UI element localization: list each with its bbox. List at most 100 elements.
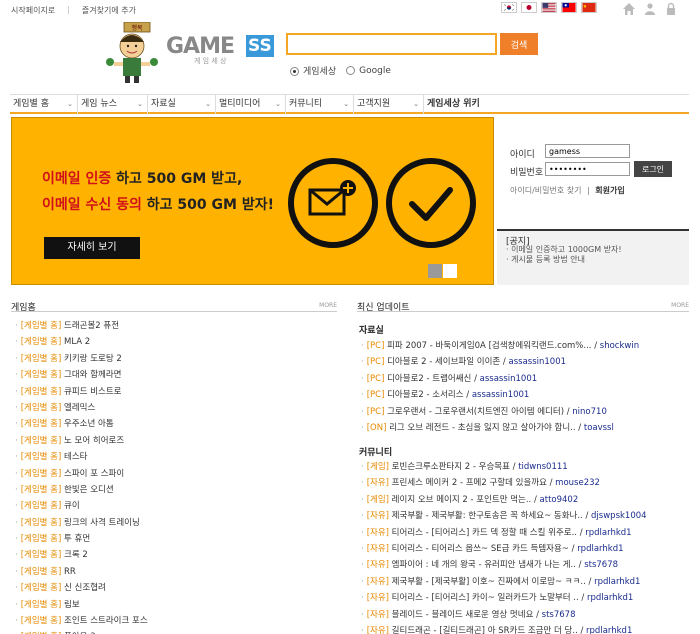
item-tag: [게임] bbox=[366, 462, 389, 472]
item-author[interactable]: atto9402 bbox=[540, 495, 579, 505]
nav-wiki[interactable]: 게임세상 위키 bbox=[424, 95, 494, 114]
list-item[interactable]: · [게임별 홈] 조인트 스트라이크 포스 bbox=[15, 613, 335, 629]
item-author[interactable]: rpdlarhkd1 bbox=[587, 593, 633, 603]
list-item[interactable]: · [자유] 티어리스 - 티어리스 옵쓰~ SE급 카드 득템자용~ / rpd… bbox=[361, 541, 691, 557]
list-item[interactable]: · [자유] 길티드래곤 - [길티드래곤] 아 SR카드 조금만 더 당.. /… bbox=[361, 623, 691, 634]
nav-support[interactable]: 고객지원 ⌄ bbox=[354, 95, 424, 114]
nav-label: 커뮤니티 bbox=[289, 99, 323, 109]
chevron-down-icon: ⌄ bbox=[275, 100, 281, 108]
more-link[interactable]: MORE bbox=[319, 302, 337, 309]
nav-game-home[interactable]: 게임별 홈 ⌄ bbox=[10, 95, 78, 114]
nav-multimedia[interactable]: 멀티미디어 ⌄ bbox=[216, 95, 286, 114]
list-item[interactable]: · [게임별 홈] 키키랑 도로탕 2 bbox=[15, 351, 335, 367]
item-author[interactable]: rpdlarhkd1 bbox=[577, 544, 623, 554]
list-item[interactable]: · [PC] 피파 2007 - 바둑이게임0A [검색창에워킥랜드.com%..… bbox=[361, 338, 691, 354]
nav-community[interactable]: 커뮤니티 ⌄ bbox=[286, 95, 354, 114]
list-item[interactable]: · [게임별 홈] 우주소년 아톰 bbox=[15, 416, 335, 432]
item-author[interactable]: shockwin bbox=[600, 341, 639, 351]
join-link[interactable]: 회원가입 bbox=[595, 186, 624, 195]
nav-game-news[interactable]: 게임 뉴스 ⌄ bbox=[78, 95, 148, 114]
list-item[interactable]: · [자유] 제국부활 - 제국부활: 한구토송은 꼭 하세요~ 동화나.. / … bbox=[361, 508, 691, 524]
list-item[interactable]: · [게임별 홈] 테스타 bbox=[15, 449, 335, 465]
pager-dot[interactable] bbox=[428, 264, 442, 278]
id-input[interactable] bbox=[545, 144, 630, 158]
list-item[interactable]: · [게임별 홈] MLA 2 bbox=[15, 334, 335, 350]
login-button[interactable]: 로그인 bbox=[634, 161, 672, 177]
item-author[interactable]: assassin1001 bbox=[509, 357, 567, 367]
list-item[interactable]: · [자유] 엠파이어 : 네 개의 왕국 - 유러피안 냄새가 나는 게.. /… bbox=[361, 557, 691, 573]
item-author[interactable]: sts7678 bbox=[542, 610, 576, 620]
item-author[interactable]: rpdlarhkd1 bbox=[586, 626, 632, 634]
add-favorite-link[interactable]: 즐겨찾기에 추가 bbox=[82, 5, 136, 16]
item-tag: [PC] bbox=[366, 357, 385, 368]
search-button[interactable]: 검색 bbox=[500, 33, 538, 55]
promo-banner[interactable]: 이메일 인증 하고 500 GM 받고, 이메일 수신 동의 하고 500 GM… bbox=[11, 117, 494, 285]
list-item[interactable]: ·[게임별 홈] 폴아웃 3 bbox=[15, 629, 335, 634]
list-item[interactable]: · [게임별 홈] 큐피드 비스트로 bbox=[15, 384, 335, 400]
japan-flag-icon[interactable] bbox=[521, 2, 537, 13]
list-item[interactable]: · [게임별 홈] 신 신조협려 bbox=[15, 580, 335, 596]
list-item[interactable]: · [게임별 홈] 스파이 포 스파이 bbox=[15, 466, 335, 482]
item-author[interactable]: djswpsk1004 bbox=[591, 511, 647, 521]
radio-google[interactable]: Google bbox=[346, 65, 391, 76]
list-item[interactable]: · [자유] 블레이드 - 블레이드 새로운 영상 멋네요 / sts7678 bbox=[361, 607, 691, 623]
item-author[interactable]: nino710 bbox=[572, 407, 607, 417]
lock-icon[interactable] bbox=[664, 2, 678, 16]
list-item[interactable]: · [게임별 홈] 엘레믹스 bbox=[15, 400, 335, 416]
list-item[interactable]: · [게임별 홈] 투 휴먼 bbox=[15, 531, 335, 547]
item-tag: [자유] bbox=[366, 543, 389, 554]
find-account-link[interactable]: 아이디/비밀번호 찾기 bbox=[510, 186, 581, 195]
china-flag-icon[interactable] bbox=[581, 2, 597, 13]
pds-subtitle: 자료실 bbox=[359, 326, 384, 336]
list-item[interactable]: · [PC] 디아블로 2 - 세이브파일 이이존 / assassin1001 bbox=[361, 354, 691, 370]
list-item[interactable]: · [ON] 리그 오브 레전드 - 초심을 잃지 않고 살아가야 합니.. / … bbox=[361, 420, 691, 436]
list-item[interactable]: · [자유] 프린세스 메이커 2 - 프메2 구할데 있을까요 / mouse2… bbox=[361, 475, 691, 491]
list-item[interactable]: · [PC] 디아블로2 - 소서리스 / assassin1001 bbox=[361, 387, 691, 403]
user-icon[interactable] bbox=[643, 2, 657, 16]
item-author[interactable]: rpdlarhkd1 bbox=[585, 528, 631, 538]
item-author[interactable]: mouse232 bbox=[555, 478, 600, 488]
pager-dot-active[interactable] bbox=[443, 264, 457, 278]
updates-header: 최신 업데이트 MORE bbox=[357, 298, 689, 313]
search-input[interactable] bbox=[286, 33, 497, 55]
item-author[interactable]: assassin1001 bbox=[472, 390, 530, 400]
item-title: 한빛은 오디션 bbox=[64, 484, 114, 495]
list-item[interactable]: · [게임별 홈] 크록 2 bbox=[15, 547, 335, 563]
item-tag: [게임별 홈] bbox=[20, 517, 62, 528]
item-author[interactable]: assassin1001 bbox=[480, 374, 538, 384]
item-author[interactable]: toavssl bbox=[584, 423, 614, 433]
item-tag: [게임별 홈] bbox=[20, 599, 62, 610]
list-item[interactable]: · [게임] 로빈슨크루소판타지 2 - 우승목표 / tidwns0111 bbox=[361, 459, 691, 475]
taiwan-flag-icon[interactable] bbox=[561, 2, 577, 13]
list-item[interactable]: · [게임별 홈] 드래곤볼2 퓨전 bbox=[15, 318, 335, 334]
list-item[interactable]: · [자유] 티어리스 - [티어리스] 카드 덱 정할 때 스킬 위주로.. /… bbox=[361, 525, 691, 541]
list-item[interactable]: · [게임별 홈] 그대와 함께라면 bbox=[15, 367, 335, 383]
bullet: · bbox=[15, 452, 18, 463]
banner-details-button[interactable]: 자세히 보기 bbox=[44, 237, 140, 259]
usa-flag-icon[interactable] bbox=[541, 2, 557, 13]
list-item[interactable]: · [게임별 홈] RR bbox=[15, 564, 335, 580]
list-item[interactable]: · [자유] 제국부활 - [제국부활] 이호~ 진짜에서 이로맘~ ㅋㅋ.. /… bbox=[361, 574, 691, 590]
more-link[interactable]: MORE bbox=[671, 302, 689, 309]
radio-gamess[interactable]: 게임세상 bbox=[290, 64, 336, 77]
home-icon[interactable] bbox=[622, 2, 636, 16]
list-item[interactable]: · [게임별 홈] 림보 bbox=[15, 597, 335, 613]
list-item[interactable]: · [게임별 홈] 한빛은 오디션 bbox=[15, 482, 335, 498]
list-item[interactable]: · [게임별 홈] 큐이 bbox=[15, 498, 335, 514]
list-item[interactable]: · [게임별 홈] 노 모어 히어로즈 bbox=[15, 433, 335, 449]
list-item[interactable]: · [게임별 홈] 링크의 사격 트레이닝 bbox=[15, 515, 335, 531]
item-author[interactable]: sts7678 bbox=[584, 560, 618, 570]
set-homepage-link[interactable]: 시작페이지로 bbox=[11, 5, 55, 16]
list-item[interactable]: · [PC] 디아블로2 - 트랩어쌔신 / assassin1001 bbox=[361, 371, 691, 387]
korea-flag-icon[interactable] bbox=[501, 2, 517, 13]
item-author[interactable]: tidwns0111 bbox=[518, 462, 568, 472]
notice-item[interactable]: · 게시물 등록 방법 안내 bbox=[506, 254, 585, 265]
password-input[interactable] bbox=[545, 162, 630, 176]
site-logo[interactable]: GAME SS 게 임 세 상 bbox=[166, 34, 278, 65]
item-author[interactable]: rpdlarhkd1 bbox=[594, 577, 640, 587]
list-item[interactable]: · [자유] 티어리스 - [티어리스] 카이~ 일러카드가 노말부터 .. / … bbox=[361, 590, 691, 606]
item-tag: [게임별 홈] bbox=[20, 583, 62, 594]
list-item[interactable]: · [게임] 레이지 오브 메이지 2 - 포인트만 먹는.. / atto940… bbox=[361, 492, 691, 508]
nav-pds[interactable]: 자료실 ⌄ bbox=[148, 95, 216, 114]
list-item[interactable]: · [PC] 그로우랜서 - 그로우랜서(치트엔진 아이템 에디터) / nino… bbox=[361, 404, 691, 420]
